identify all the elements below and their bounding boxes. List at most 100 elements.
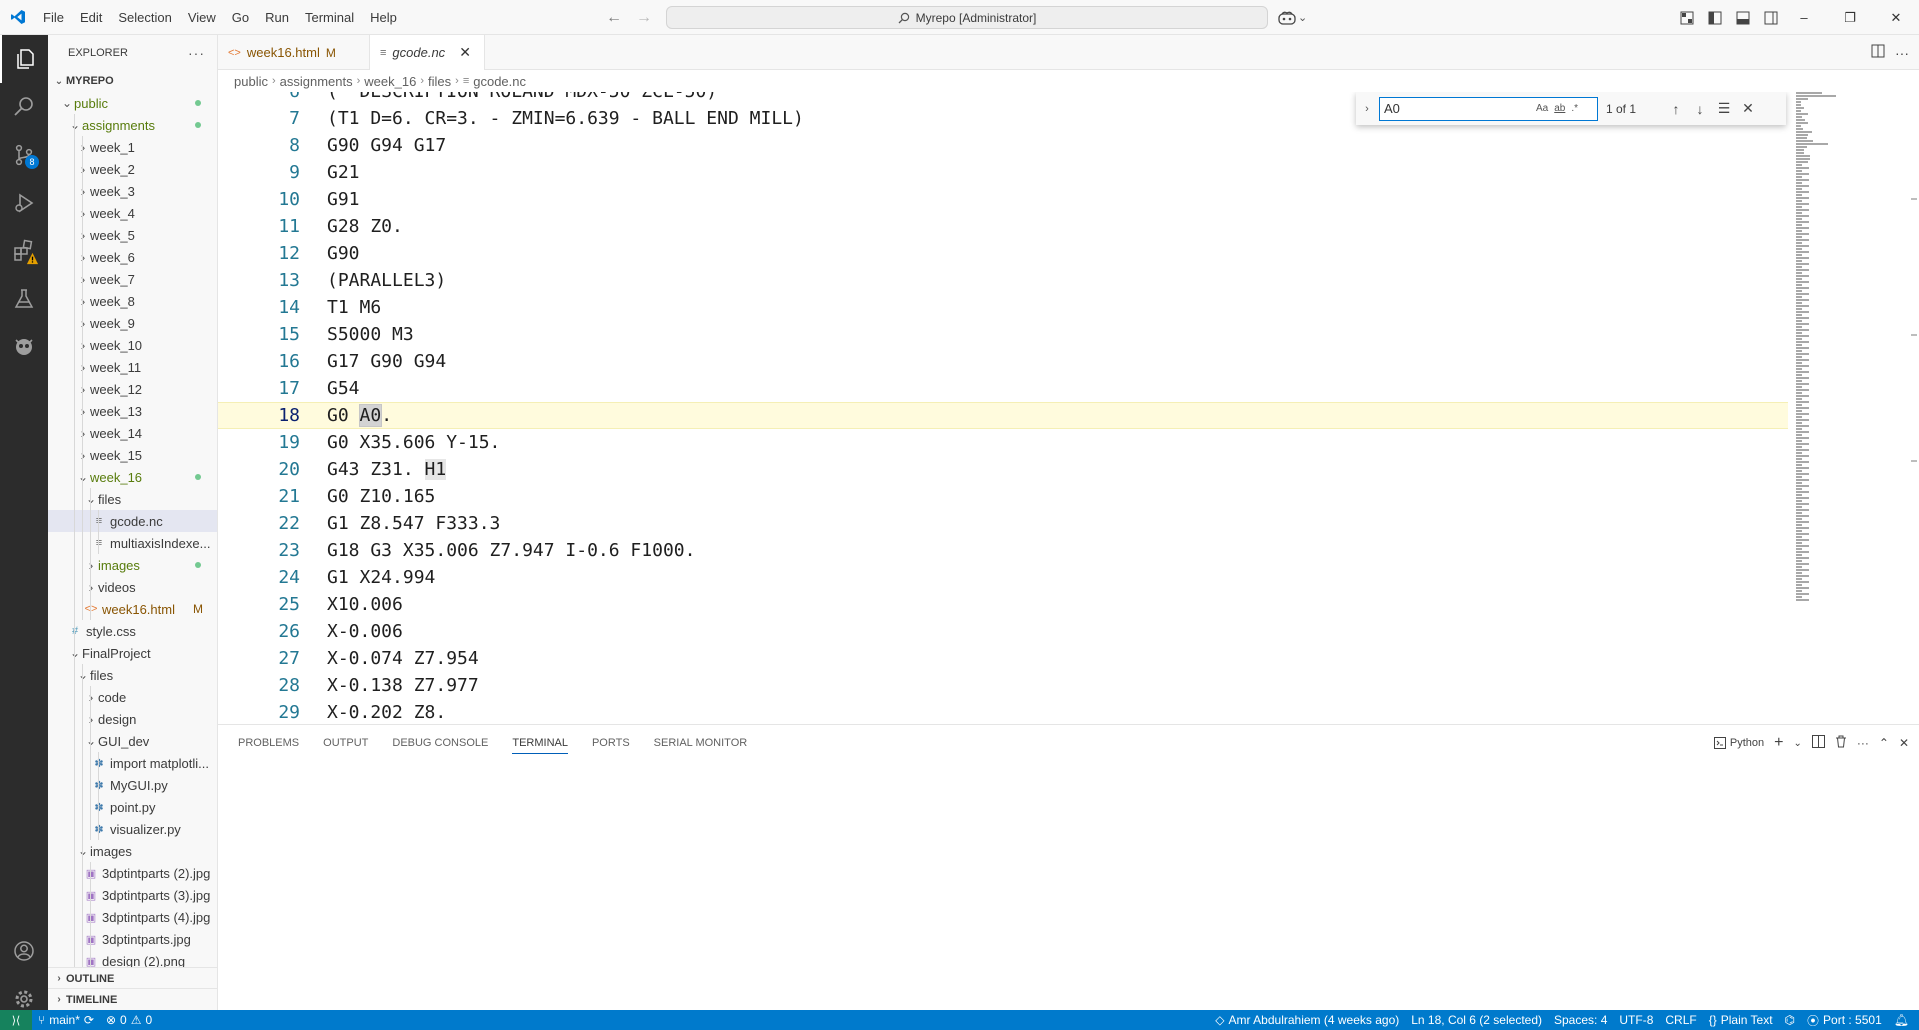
tree-item[interactable]: ›week_12	[48, 378, 217, 400]
tree-item[interactable]: ›week_13	[48, 400, 217, 422]
tree-item[interactable]: ›week_4	[48, 202, 217, 224]
forward-arrow-icon[interactable]: →	[635, 9, 653, 27]
eol-status[interactable]: CRLF	[1659, 1013, 1702, 1027]
split-editor-icon[interactable]	[1871, 44, 1885, 61]
code-editor[interactable]: 6 ( DESCRIPTION ROLAND MDX-50 ZCL-50) 7 (T1…	[218, 92, 1919, 724]
tree-item[interactable]: ⌄ week_16	[48, 466, 217, 488]
explorer-icon[interactable]	[0, 35, 48, 83]
outline-section-header[interactable]: › OUTLINE	[48, 967, 217, 989]
tab-gcode-nc[interactable]: ≡ gcode.nc ✕	[370, 35, 485, 71]
tree-item[interactable]: ›week_2	[48, 158, 217, 180]
chevron-down-icon[interactable]: ⌄	[1793, 738, 1801, 749]
match-whole-word-toggle[interactable]: ab	[1554, 103, 1565, 114]
remote-indicator-icon[interactable]: ⟩⟨	[0, 1010, 32, 1030]
panel-tab-serial-monitor[interactable]: SERIAL MONITOR	[654, 725, 748, 761]
tree-item[interactable]: ⌄ images	[48, 840, 217, 862]
breadcrumb-item[interactable]: week_16	[364, 74, 416, 89]
tree-item[interactable]: ▣ 3dptintparts.jpg	[48, 928, 217, 950]
more-actions-icon[interactable]: ···	[188, 45, 205, 61]
tree-item[interactable]: <> week16.html M	[48, 598, 217, 620]
restore-icon[interactable]: ❐	[1827, 0, 1873, 35]
indentation-status[interactable]: Spaces: 4	[1548, 1013, 1613, 1027]
source-control-icon[interactable]: 8	[0, 131, 48, 179]
tree-item[interactable]: ›week_14	[48, 422, 217, 444]
close-tab-icon[interactable]: ✕	[459, 44, 471, 61]
tree-item[interactable]: ✽ MyGUI.py	[48, 774, 217, 796]
panel-tab-debug-console[interactable]: DEBUG CONSOLE	[392, 725, 488, 761]
search-icon[interactable]	[0, 83, 48, 131]
panel-tab-ports[interactable]: PORTS	[592, 725, 630, 761]
tree-item[interactable]: ›week_5	[48, 224, 217, 246]
split-terminal-icon[interactable]	[1811, 735, 1825, 751]
menu-go[interactable]: Go	[224, 0, 257, 35]
more-actions-icon[interactable]: ···	[1857, 736, 1869, 750]
menu-view[interactable]: View	[180, 0, 224, 35]
problems-status[interactable]: ⊗ 0 ⚠ 0	[100, 1013, 158, 1027]
tree-item[interactable]: ›videos	[48, 576, 217, 598]
platformio-icon[interactable]	[0, 323, 48, 371]
previous-match-icon[interactable]: ↑	[1664, 101, 1688, 117]
menu-selection[interactable]: Selection	[110, 0, 179, 35]
tree-item[interactable]: ⌄ files	[48, 664, 217, 686]
repo-section-header[interactable]: ⌄ MYREPO	[48, 70, 217, 92]
next-match-icon[interactable]: ↓	[1688, 101, 1712, 117]
new-terminal-icon[interactable]: +	[1774, 734, 1783, 752]
toggle-replace-icon[interactable]: ›	[1359, 103, 1375, 115]
tree-item[interactable]: ≡ gcode.nc	[48, 510, 217, 532]
copilot-status-icon[interactable]: ⌬	[1779, 1013, 1801, 1027]
tree-item[interactable]: ›week_6	[48, 246, 217, 268]
tree-item[interactable]: ›week_3	[48, 180, 217, 202]
notifications-bell-icon[interactable]: 🔔︎	[1888, 1013, 1915, 1027]
tree-item[interactable]: ›week_8	[48, 290, 217, 312]
menu-help[interactable]: Help	[362, 0, 405, 35]
customize-layout-icon[interactable]	[1676, 7, 1698, 29]
tree-item[interactable]: ›week_9	[48, 312, 217, 334]
tree-item[interactable]: ▣ 3dptintparts (4).jpg	[48, 906, 217, 928]
close-panel-icon[interactable]: ✕	[1899, 736, 1909, 750]
tree-item[interactable]: ▣ 3dptintparts (2).jpg	[48, 862, 217, 884]
tree-item[interactable]: ›week_7	[48, 268, 217, 290]
match-case-toggle[interactable]: Aa	[1536, 103, 1548, 114]
tree-item[interactable]: ›images	[48, 554, 217, 576]
copilot-button[interactable]: ⌄	[1278, 6, 1307, 29]
tree-item[interactable]: ›design	[48, 708, 217, 730]
menu-file[interactable]: File	[35, 0, 72, 35]
tree-item[interactable]: ⌄ public	[48, 92, 217, 114]
panel-tab-output[interactable]: OUTPUT	[323, 725, 368, 761]
terminal-profile-button[interactable]: Python	[1713, 737, 1764, 749]
close-find-icon[interactable]: ✕	[1736, 100, 1760, 117]
more-actions-icon[interactable]: ···	[1895, 45, 1909, 61]
tree-item[interactable]: ✽ point.py	[48, 796, 217, 818]
tree-item[interactable]: ›week_10	[48, 334, 217, 356]
encoding-status[interactable]: UTF-8	[1613, 1013, 1659, 1027]
breadcrumb-item[interactable]: gcode.nc	[473, 74, 526, 89]
tree-item[interactable]: ⌄ FinalProject	[48, 642, 217, 664]
trash-icon[interactable]	[1835, 735, 1847, 751]
vertical-scrollbar[interactable]	[1908, 92, 1919, 724]
menu-terminal[interactable]: Terminal	[297, 0, 362, 35]
git-blame-status[interactable]: ◇ Amr Abdulrahiem (4 weeks ago)	[1209, 1013, 1405, 1027]
breadcrumb-item[interactable]: public	[234, 74, 268, 89]
tree-item[interactable]: ⌄ assignments	[48, 114, 217, 136]
minimize-icon[interactable]: –	[1781, 0, 1827, 35]
account-icon[interactable]	[0, 927, 48, 975]
tree-item[interactable]: ›week_15	[48, 444, 217, 466]
tree-item[interactable]: ✽ visualizer.py	[48, 818, 217, 840]
git-branch-status[interactable]: ⑂ main* ⟳	[32, 1013, 100, 1027]
toggle-secondary-sidebar-icon[interactable]	[1760, 7, 1782, 29]
tree-item[interactable]: ›code	[48, 686, 217, 708]
close-window-icon[interactable]: ✕	[1873, 0, 1919, 35]
menu-run[interactable]: Run	[257, 0, 297, 35]
testing-icon[interactable]	[0, 275, 48, 323]
run-debug-icon[interactable]	[0, 179, 48, 227]
extensions-icon[interactable]	[0, 227, 48, 275]
tree-item[interactable]: ⌄ GUI_dev	[48, 730, 217, 752]
toggle-primary-sidebar-icon[interactable]	[1704, 7, 1726, 29]
timeline-section-header[interactable]: › TIMELINE	[48, 988, 217, 1010]
menu-edit[interactable]: Edit	[72, 0, 110, 35]
tab-week16-html[interactable]: <> week16.html M	[218, 35, 370, 70]
minimap[interactable]	[1794, 92, 1890, 724]
cursor-position[interactable]: Ln 18, Col 6 (2 selected)	[1405, 1013, 1548, 1027]
language-mode[interactable]: {} Plain Text	[1703, 1013, 1779, 1027]
panel-tab-problems[interactable]: PROBLEMS	[238, 725, 299, 761]
